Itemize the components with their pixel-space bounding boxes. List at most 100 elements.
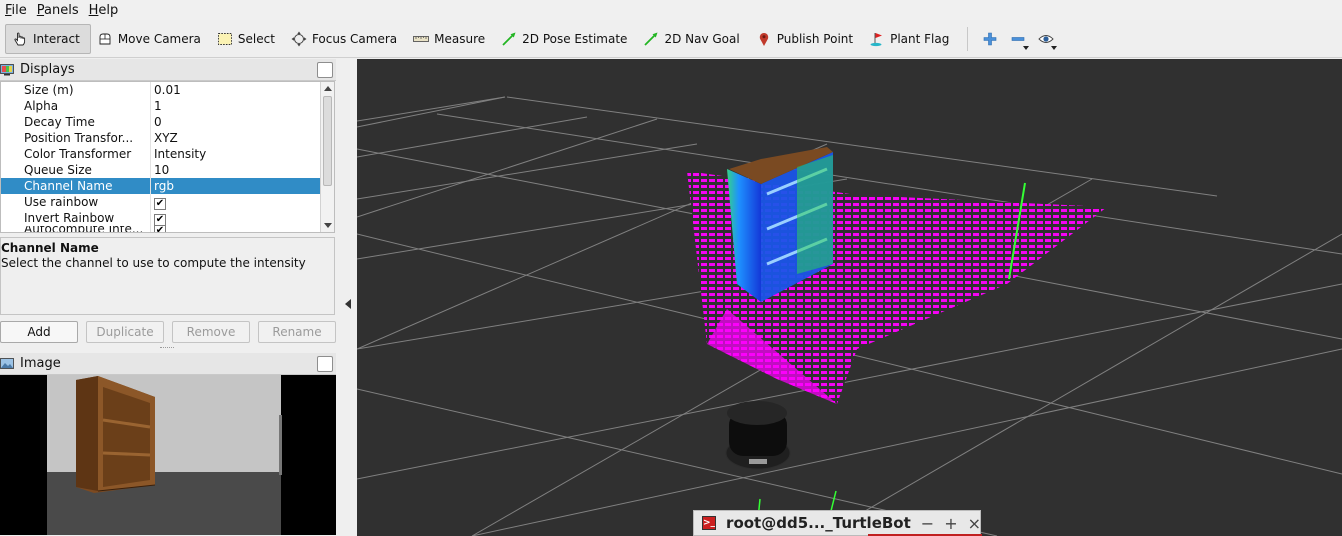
property-row[interactable]: Queue Size 10	[1, 162, 334, 178]
property-value[interactable]: Intensity	[151, 146, 206, 162]
terminal-icon: >_	[702, 516, 717, 530]
image-icon	[0, 357, 14, 370]
scroll-up-arrow-icon[interactable]	[324, 86, 332, 91]
select-label: Select	[237, 31, 275, 46]
hand-pointer-icon	[12, 31, 28, 47]
scroll-down-arrow-icon[interactable]	[324, 223, 332, 228]
property-row[interactable]: Decay Time 0	[1, 114, 334, 130]
displays-panel-header: Displays	[0, 59, 336, 81]
flag-icon	[869, 31, 885, 47]
menu-panels[interactable]: Panels	[32, 3, 84, 18]
description-text: Select the channel to use to compute the…	[1, 256, 306, 270]
add-tool-button[interactable]	[976, 25, 1004, 53]
splitter-handle[interactable]	[160, 347, 174, 350]
rename-button[interactable]: Rename	[258, 321, 336, 343]
eye-icon	[1038, 34, 1054, 43]
property-row[interactable]: Alpha 1	[1, 98, 334, 114]
ruler-icon	[413, 31, 430, 47]
property-row[interactable]: Invert Rainbow ✔	[1, 210, 334, 226]
menubar: File Panels Help	[0, 0, 1342, 20]
property-value[interactable]: 0.01	[151, 82, 181, 98]
invert-rainbow-checkbox[interactable]: ✔	[154, 214, 166, 226]
autocompute-checkbox[interactable]: ✔	[154, 226, 166, 232]
image-panel: Image	[0, 353, 336, 536]
property-row-selected[interactable]: Channel Name rgb	[1, 178, 334, 194]
property-value[interactable]: 10	[151, 162, 169, 178]
property-key: Queue Size	[1, 162, 151, 178]
move-camera-tool-button[interactable]: Move Camera	[91, 24, 211, 54]
property-row-partial[interactable]: Autocompute Inte... ✔	[1, 226, 334, 232]
property-row[interactable]: Size (m) 0.01	[1, 82, 334, 98]
property-value: ✔	[151, 194, 166, 210]
3d-render-view[interactable]	[357, 59, 1342, 536]
select-tool-button[interactable]: Select	[211, 24, 285, 54]
panel-float-button[interactable]	[317, 61, 333, 78]
focus-crosshair-icon	[291, 31, 307, 47]
measure-tool-button[interactable]: Measure	[407, 24, 495, 54]
property-value[interactable]: rgb	[151, 178, 174, 194]
property-key: Autocompute Inte...	[1, 226, 151, 232]
plus-icon	[984, 32, 997, 45]
toolbar-separator	[967, 26, 969, 51]
property-value[interactable]: XYZ	[151, 130, 178, 146]
plant-flag-tool-button[interactable]: Plant Flag	[863, 24, 959, 54]
green-arrow-icon	[643, 31, 659, 47]
left-dock: Displays Size (m) 0.01 Alpha 1 Decay Tim…	[0, 59, 336, 536]
move-camera-label: Move Camera	[117, 31, 201, 46]
focus-camera-label: Focus Camera	[311, 31, 398, 46]
nav-goal-label: 2D Nav Goal	[664, 31, 740, 46]
menu-file[interactable]: File	[0, 3, 32, 18]
scroll-thumb[interactable]	[323, 96, 332, 186]
property-key: Alpha	[1, 98, 151, 114]
property-value[interactable]: 0	[151, 114, 162, 130]
menu-help[interactable]: Help	[84, 3, 124, 18]
use-rainbow-checkbox[interactable]: ✔	[154, 198, 166, 210]
duplicate-button[interactable]: Duplicate	[86, 321, 164, 343]
toolbar: Interact Move Camera Select Focus Camera…	[0, 20, 1342, 58]
image-panel-title: Image	[20, 356, 61, 371]
property-key: Position Transfor...	[1, 130, 151, 146]
publish-point-tool-button[interactable]: Publish Point	[750, 24, 863, 54]
measure-label: Measure	[434, 31, 486, 46]
pose-estimate-tool-button[interactable]: 2D Pose Estimate	[495, 24, 637, 54]
property-scrollbar[interactable]	[320, 82, 334, 232]
collapse-dock-arrow-icon[interactable]	[345, 299, 351, 309]
property-key: Invert Rainbow	[1, 210, 151, 226]
interact-tool-button[interactable]: Interact	[5, 23, 91, 54]
remove-button[interactable]: Remove	[172, 321, 250, 343]
interact-label: Interact	[33, 31, 80, 46]
minus-icon	[1012, 36, 1025, 41]
publish-point-label: Publish Point	[776, 31, 854, 46]
property-value: ✔	[151, 210, 166, 226]
window-title: root@dd5..._TurtleBot	[726, 514, 911, 532]
display-buttons: Add Duplicate Remove Rename	[0, 321, 336, 343]
property-description: Channel Name Select the channel to use t…	[0, 237, 335, 315]
map-pin-icon	[756, 31, 772, 47]
property-row[interactable]: Use rainbow ✔	[1, 194, 334, 210]
property-row[interactable]: Color Transformer Intensity	[1, 146, 334, 162]
nav-goal-tool-button[interactable]: 2D Nav Goal	[637, 24, 749, 54]
camera-image	[0, 375, 336, 535]
displays-title: Displays	[20, 62, 75, 77]
remove-tool-button[interactable]	[1004, 25, 1032, 53]
add-button[interactable]: Add	[0, 321, 78, 343]
taskbar-window-tab[interactable]: >_ root@dd5..._TurtleBot − + ×	[693, 510, 982, 536]
property-row[interactable]: Position Transfor... XYZ	[1, 130, 334, 146]
3d-scene	[357, 96, 1342, 536]
maximize-button[interactable]: +	[944, 514, 957, 533]
panel-float-button[interactable]	[317, 355, 333, 372]
property-key: Channel Name	[1, 178, 151, 194]
property-key: Size (m)	[1, 82, 151, 98]
plant-flag-label: Plant Flag	[890, 31, 950, 46]
close-button[interactable]: ×	[968, 514, 981, 533]
camera-image-view[interactable]	[0, 375, 336, 535]
displays-property-tree[interactable]: Size (m) 0.01 Alpha 1 Decay Time 0 Posit…	[0, 81, 335, 233]
monitor-icon	[0, 63, 14, 76]
description-title: Channel Name	[1, 241, 99, 255]
minimize-button[interactable]: −	[921, 514, 934, 533]
move-camera-icon	[97, 31, 113, 47]
focus-camera-tool-button[interactable]: Focus Camera	[285, 24, 407, 54]
view-options-button[interactable]	[1032, 25, 1060, 53]
property-key: Use rainbow	[1, 194, 151, 210]
property-value[interactable]: 1	[151, 98, 162, 114]
